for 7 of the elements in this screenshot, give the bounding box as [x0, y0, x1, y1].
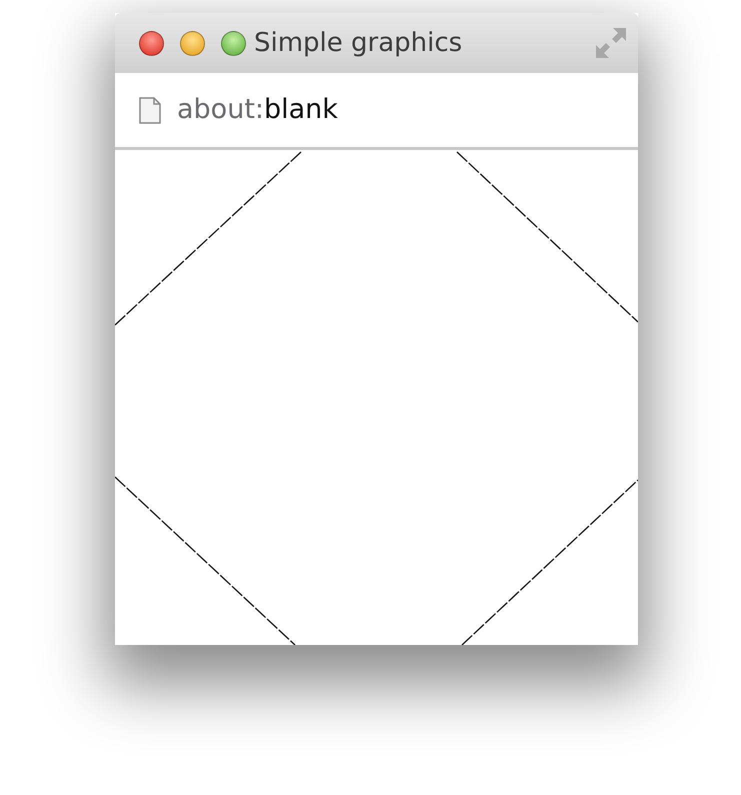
- fullscreen-icon[interactable]: [594, 26, 628, 60]
- minimize-button[interactable]: [180, 30, 205, 56]
- page-icon: [139, 96, 161, 124]
- window-title: Simple graphics: [254, 26, 462, 60]
- address-text[interactable]: about:blank: [177, 90, 338, 130]
- zoom-button[interactable]: [221, 30, 246, 56]
- close-button[interactable]: [139, 30, 164, 56]
